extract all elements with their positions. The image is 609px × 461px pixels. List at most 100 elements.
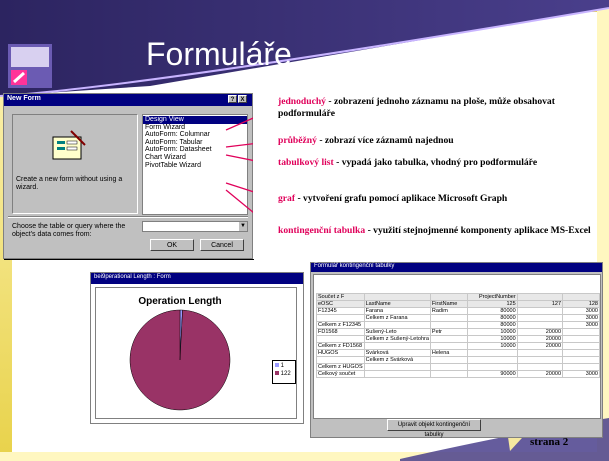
table-cell: 10000: [466, 342, 518, 350]
table-cell: 3000: [562, 370, 600, 378]
list-item-autoform-tabular[interactable]: AutoForm: Tabular: [143, 139, 247, 147]
table-cell: F12345: [316, 307, 365, 315]
table-cell: Farana: [363, 307, 431, 315]
list-item-autoform-datasheet[interactable]: AutoForm: Datasheet: [143, 146, 247, 154]
annotation-panel: jednoduchý - zobrazení jednoho záznamu n…: [253, 92, 596, 259]
edit-pivot-button[interactable]: Upravit objekt kontingenční tabulky: [387, 419, 481, 438]
table-row: Celkem z Sušený-Letohra 10000 20000: [316, 335, 600, 343]
table-cell: [429, 363, 468, 371]
pie-chart: [129, 309, 231, 411]
table-cell: [429, 342, 468, 350]
table-cell: Svárková: [363, 349, 431, 357]
table-cell: Helena: [429, 349, 468, 357]
annotation-jednoduchy: jednoduchý - zobrazení jednoho záznamu n…: [278, 96, 593, 120]
list-item-chart-wizard[interactable]: Chart Wizard: [143, 154, 247, 162]
annotation-term: tabulkový list: [278, 157, 334, 168]
pivot-window-title: Formulář kontingenční tabulky: [314, 263, 395, 269]
table-cell: 3000: [562, 314, 600, 322]
annotation-text: - vypadá jako tabulka, vhodný pro podfor…: [333, 157, 538, 168]
table-row: Celkem z HUGOS: [316, 363, 600, 371]
table-cell: Celkem z Farana: [363, 314, 431, 322]
annotation-graf: graf - vytvoření grafu pomocí aplikace M…: [278, 193, 593, 205]
wizard-list[interactable]: Design View Form Wizard AutoForm: Column…: [142, 114, 248, 215]
table-cell: 80000: [466, 321, 518, 329]
table-cell: Celkem z Svárková: [363, 356, 431, 364]
table-cell: 80000: [466, 314, 518, 322]
table-cell: HUGOS: [316, 349, 365, 357]
table-cell: [516, 321, 564, 329]
table-cell: Součet z F: [316, 293, 365, 301]
cancel-button[interactable]: Cancel: [200, 239, 244, 251]
choose-source-label: Choose the table or query where the obje…: [12, 223, 126, 238]
table-cell: [562, 342, 600, 350]
annotation-kontingencni-tabulka: kontingenční tabulka - využití stejnojme…: [278, 225, 593, 237]
help-button[interactable]: ?: [228, 95, 237, 103]
table-cell: 20000: [516, 328, 564, 336]
table-cell: FD1568: [316, 328, 365, 336]
form-design-icon: [52, 130, 86, 160]
table-cell: [429, 370, 468, 378]
table-cell: 20000: [516, 342, 564, 350]
page-number: strana 2: [530, 436, 569, 448]
annotation-text: - využití stejnojmenné komponenty aplika…: [365, 225, 591, 236]
table-cell: [516, 363, 564, 371]
table-row: Celkem z Farana 80000 3000: [316, 314, 600, 322]
annotation-term: průběžný: [278, 135, 317, 146]
table-cell: Celkem z HUGOS: [316, 363, 365, 371]
new-form-dialog: New Form ? X Create a new form without u…: [3, 93, 253, 259]
table-cell: [516, 349, 564, 357]
pie-window-titlebar: bei9perational Length : Form: [91, 273, 303, 284]
table-cell: [516, 356, 564, 364]
legend-label-122: 122: [280, 371, 291, 377]
table-cell: ProjectNumber: [466, 293, 518, 301]
pivot-field-row: eOSC LastName FirstName 125 127 128: [316, 300, 600, 308]
close-button[interactable]: X: [238, 95, 247, 103]
table-cell: [316, 335, 365, 343]
list-item-design-view[interactable]: Design View: [143, 116, 247, 124]
chevron-down-icon[interactable]: ▼: [239, 222, 247, 231]
table-cell: 3000: [562, 307, 600, 315]
table-cell: 128: [562, 300, 600, 308]
table-cell: [429, 321, 468, 329]
list-item-pivottable-wizard[interactable]: PivotTable Wizard: [143, 162, 247, 170]
table-cell: 80000: [466, 307, 518, 315]
pivot-header-row: Součet z F ProjectNumber: [316, 293, 600, 301]
table-cell: [466, 363, 518, 371]
table-cell: [363, 370, 431, 378]
table-cell: [466, 349, 518, 357]
table-row: Celkem z FD1568 10000 20000: [316, 342, 600, 350]
chart-legend: 1 122: [272, 360, 296, 384]
pie-form-window: bei9perational Length : Form Operation L…: [90, 272, 304, 424]
table-cell: [516, 307, 564, 315]
annotation-term: graf: [278, 193, 296, 204]
annotation-term: kontingenční tabulka: [278, 225, 366, 236]
table-cell: [363, 363, 431, 371]
list-item-autoform-columnar[interactable]: AutoForm: Columnar: [143, 131, 247, 139]
legend-swatch-1: [275, 363, 279, 367]
table-cell: eOSC: [316, 300, 365, 308]
table-row: FD1568 Sušený-Leto Petr 10000 20000: [316, 328, 600, 336]
annotation-text: - zobrazí více záznamů najednou: [316, 135, 454, 146]
table-cell: [316, 356, 365, 364]
table-cell: Celkem z F12345: [316, 321, 365, 329]
app-logo-icon: [8, 44, 52, 88]
table-row: Celkový součet 90000 20000 3000: [316, 370, 600, 378]
table-cell: LastName: [363, 300, 431, 308]
table-cell: 20000: [516, 335, 564, 343]
pie-chart-area: Operation Length 1 122: [95, 287, 297, 419]
wizard-preview: [12, 114, 138, 214]
pivot-window-titlebar: Formulář kontingenční tabulky: [311, 263, 602, 272]
wizard-description: Create a new form without using a wizard…: [16, 176, 123, 191]
table-cell: Sušený-Leto: [363, 328, 431, 336]
ok-button[interactable]: OK: [150, 239, 194, 251]
table-cell: [363, 293, 431, 301]
table-cell: [429, 356, 468, 364]
table-cell: [562, 328, 600, 336]
pivot-table: Součet z F ProjectNumber eOSC LastName First…: [316, 293, 600, 378]
table-cell: 90000: [466, 370, 518, 378]
table-cell: [363, 342, 431, 350]
source-select[interactable]: ▼: [142, 221, 248, 232]
table-cell: [562, 349, 600, 357]
list-item-form-wizard[interactable]: Form Wizard: [143, 124, 247, 132]
table-cell: 3000: [562, 321, 600, 329]
